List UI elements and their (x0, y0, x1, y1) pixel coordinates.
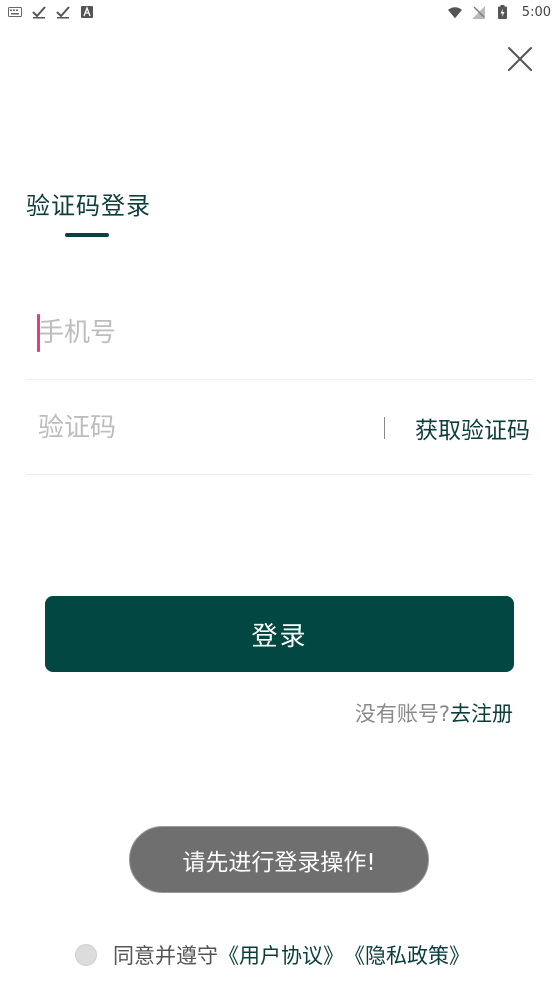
signal-icon (472, 5, 486, 19)
register-link[interactable]: 去注册 (450, 702, 513, 726)
status-left (8, 5, 94, 19)
agree-radio[interactable] (75, 944, 97, 966)
privacy-policy-link[interactable]: 《隐私政策》 (344, 940, 470, 970)
close-button[interactable] (505, 46, 535, 76)
status-bar: 5:00 (0, 0, 559, 24)
field-divider (384, 417, 385, 439)
page-title: 验证码登录 (26, 192, 151, 220)
close-icon (507, 46, 533, 76)
get-code-button[interactable]: 获取验证码 (415, 411, 530, 445)
keyboard-icon (8, 5, 22, 19)
register-line: 没有账号?去注册 (355, 698, 513, 728)
agreement-text: 同意并遵守 (113, 944, 218, 968)
battery-icon (496, 5, 510, 19)
register-prompt: 没有账号? (354, 702, 450, 726)
check-icon (56, 5, 70, 19)
verification-code-input[interactable] (38, 405, 368, 451)
title-underline (65, 233, 109, 237)
user-agreement-link[interactable]: 《用户协议》 (218, 940, 344, 970)
status-time: 5:00 (521, 4, 551, 20)
toast-message: 请先进行登录操作! (129, 826, 429, 893)
code-field: 获取验证码 (26, 381, 533, 475)
phone-input[interactable] (38, 310, 518, 356)
wifi-icon (447, 5, 462, 19)
check-icon (32, 5, 46, 19)
agreement-row: 同意并遵守 《用户协议》 《隐私政策》 (75, 940, 470, 970)
phone-field (26, 286, 533, 380)
login-button[interactable]: 登录 (45, 596, 514, 672)
text-cursor (37, 314, 40, 352)
a-icon (80, 5, 94, 19)
status-right: 5:00 (447, 4, 551, 20)
